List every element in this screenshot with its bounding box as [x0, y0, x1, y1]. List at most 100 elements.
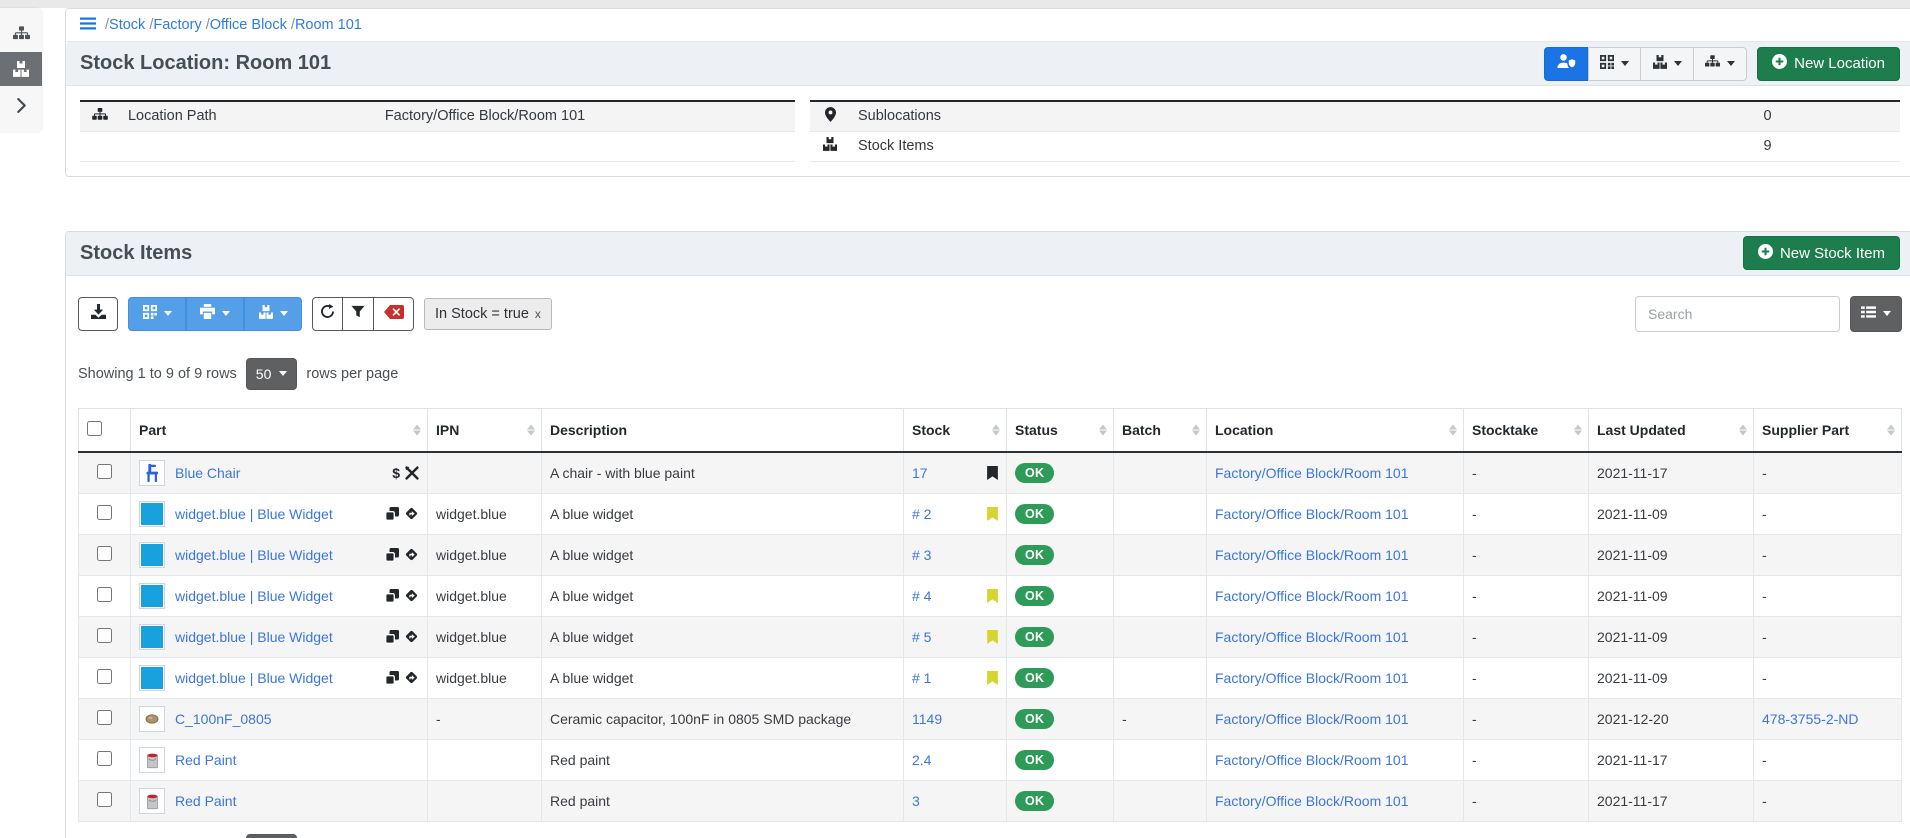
stock-quantity-link[interactable]: # 4 [912, 588, 931, 604]
filter-chip-in-stock[interactable]: In Stock = true x [424, 298, 552, 330]
supplier-part-value: - [1762, 588, 1767, 604]
barcode-actions-dropdown[interactable] [1588, 47, 1641, 81]
part-link[interactable]: widget.blue | Blue Widget [175, 629, 333, 645]
breadcrumb-link[interactable]: Room 101 [295, 17, 362, 33]
stock-quantity-link[interactable]: 2.4 [912, 752, 931, 768]
sort-arrows-icon [413, 424, 421, 435]
row-checkbox[interactable] [97, 792, 112, 807]
sidebar-expand-toggle[interactable] [0, 88, 42, 122]
column-label: Stock [912, 422, 950, 438]
location-link[interactable]: Factory/Office Block/Room 101 [1215, 752, 1408, 768]
location-link[interactable]: Factory/Office Block/Room 101 [1215, 547, 1408, 563]
download-data-button[interactable] [78, 297, 118, 331]
clear-filters-button[interactable] [374, 297, 414, 331]
stock-quantity-link[interactable]: # 5 [912, 629, 931, 645]
page-size-button[interactable]: 50 [246, 358, 298, 390]
status-badge: OK [1015, 668, 1054, 688]
column-header-last-updated[interactable]: Last Updated [1589, 408, 1754, 452]
stock-options-dropdown-button[interactable] [244, 297, 302, 331]
stock-actions-dropdown[interactable] [1641, 47, 1694, 81]
location-link[interactable]: Factory/Office Block/Room 101 [1215, 793, 1408, 809]
location-link[interactable]: Factory/Office Block/Room 101 [1215, 465, 1408, 481]
row-checkbox[interactable] [97, 751, 112, 766]
filter-button[interactable] [343, 297, 374, 331]
select-all-checkbox[interactable] [87, 421, 102, 436]
column-header-supplier-part[interactable]: Supplier Part [1754, 408, 1902, 452]
search-input[interactable] [1635, 296, 1840, 332]
menu-toggle-button[interactable] [80, 17, 96, 34]
row-checkbox[interactable] [97, 628, 112, 643]
table-toolbar: In Stock = true x [78, 296, 1902, 332]
location-link[interactable]: Factory/Office Block/Room 101 [1215, 506, 1408, 522]
table-row: widget.blue | Blue Widgetwidget.blueA bl… [79, 616, 1902, 657]
stock-table-body: Blue Chair$A chair - with blue paint17OK… [79, 452, 1902, 822]
row-checkbox[interactable] [97, 505, 112, 520]
column-label: Part [139, 422, 166, 438]
description-value: A blue widget [542, 616, 904, 657]
part-link[interactable]: Blue Chair [175, 465, 240, 481]
new-stock-item-button[interactable]: New Stock Item [1743, 236, 1900, 270]
clone-icon [385, 548, 399, 562]
location-link[interactable]: Factory/Office Block/Room 101 [1215, 629, 1408, 645]
print-dropdown-button[interactable] [186, 297, 244, 331]
last-updated-value: 2021-11-09 [1589, 534, 1754, 575]
stock-quantity-link[interactable]: # 2 [912, 506, 931, 522]
column-header-location[interactable]: Location [1207, 408, 1464, 452]
location-options-dropdown[interactable] [1694, 47, 1747, 81]
part-link[interactable]: widget.blue | Blue Widget [175, 506, 333, 522]
part-link[interactable]: widget.blue | Blue Widget [175, 547, 333, 563]
refresh-button[interactable] [312, 297, 343, 331]
column-header-batch[interactable]: Batch [1114, 408, 1207, 452]
barcode-dropdown-button[interactable] [128, 297, 186, 331]
supplier-part-link[interactable]: 478-3755-2-ND [1762, 711, 1859, 727]
page-size-button[interactable]: 50 [246, 834, 298, 838]
column-header-part[interactable]: Part [131, 408, 428, 452]
map-marker-icon [810, 101, 850, 131]
caret-down-icon [280, 311, 288, 316]
row-checkbox[interactable] [97, 464, 112, 479]
stock-quantity-link[interactable]: 1149 [912, 711, 942, 727]
new-location-label: New Location [1794, 55, 1885, 72]
row-checkbox[interactable] [97, 587, 112, 602]
row-checkbox[interactable] [97, 710, 112, 725]
column-label: Batch [1122, 422, 1161, 438]
sidebar-item-stock-items[interactable] [0, 52, 42, 86]
column-header-stock[interactable]: Stock [904, 408, 1007, 452]
sidebar-item-location-tree[interactable] [0, 16, 42, 50]
filter-buttons-group [312, 297, 414, 331]
chevron-right-icon [17, 98, 26, 113]
breadcrumb-link[interactable]: Factory [153, 17, 201, 33]
column-header-ipn[interactable]: IPN [428, 408, 542, 452]
columns-dropdown-button[interactable] [1850, 296, 1902, 332]
page-title-bar: Stock Location: Room 101 [66, 42, 1910, 86]
location-link[interactable]: Factory/Office Block/Room 101 [1215, 711, 1408, 727]
part-link[interactable]: widget.blue | Blue Widget [175, 588, 333, 604]
user-permissions-button[interactable] [1544, 47, 1588, 81]
column-header-stocktake[interactable]: Stocktake [1464, 408, 1589, 452]
batch-value [1114, 780, 1207, 821]
page-title: Stock Location: Room 101 [80, 52, 331, 75]
new-location-button[interactable]: New Location [1757, 47, 1900, 81]
status-badge: OK [1015, 791, 1054, 811]
batch-value [1114, 452, 1207, 494]
clone-icon [385, 589, 399, 603]
part-link[interactable]: Red Paint [175, 752, 236, 768]
stock-quantity-link[interactable]: # 1 [912, 670, 931, 686]
row-checkbox[interactable] [97, 669, 112, 684]
filter-chip-remove[interactable]: x [535, 307, 541, 321]
refresh-icon [320, 304, 335, 323]
row-checkbox[interactable] [97, 546, 112, 561]
location-link[interactable]: Factory/Office Block/Room 101 [1215, 588, 1408, 604]
location-link[interactable]: Factory/Office Block/Room 101 [1215, 670, 1408, 686]
part-link[interactable]: Red Paint [175, 793, 236, 809]
stock-quantity-link[interactable]: # 3 [912, 547, 931, 563]
column-header-status[interactable]: Status [1007, 408, 1114, 452]
stock-quantity-link[interactable]: 17 [912, 465, 928, 481]
part-link[interactable]: widget.blue | Blue Widget [175, 670, 333, 686]
breadcrumb-link[interactable]: Office Block [210, 17, 287, 33]
stock-quantity-link[interactable]: 3 [912, 793, 920, 809]
caret-down-icon [1674, 61, 1682, 66]
part-link[interactable]: C_100nF_0805 [175, 711, 272, 727]
breadcrumb-link[interactable]: Stock [109, 17, 145, 33]
table-row: widget.blue | Blue Widgetwidget.blueA bl… [79, 575, 1902, 616]
